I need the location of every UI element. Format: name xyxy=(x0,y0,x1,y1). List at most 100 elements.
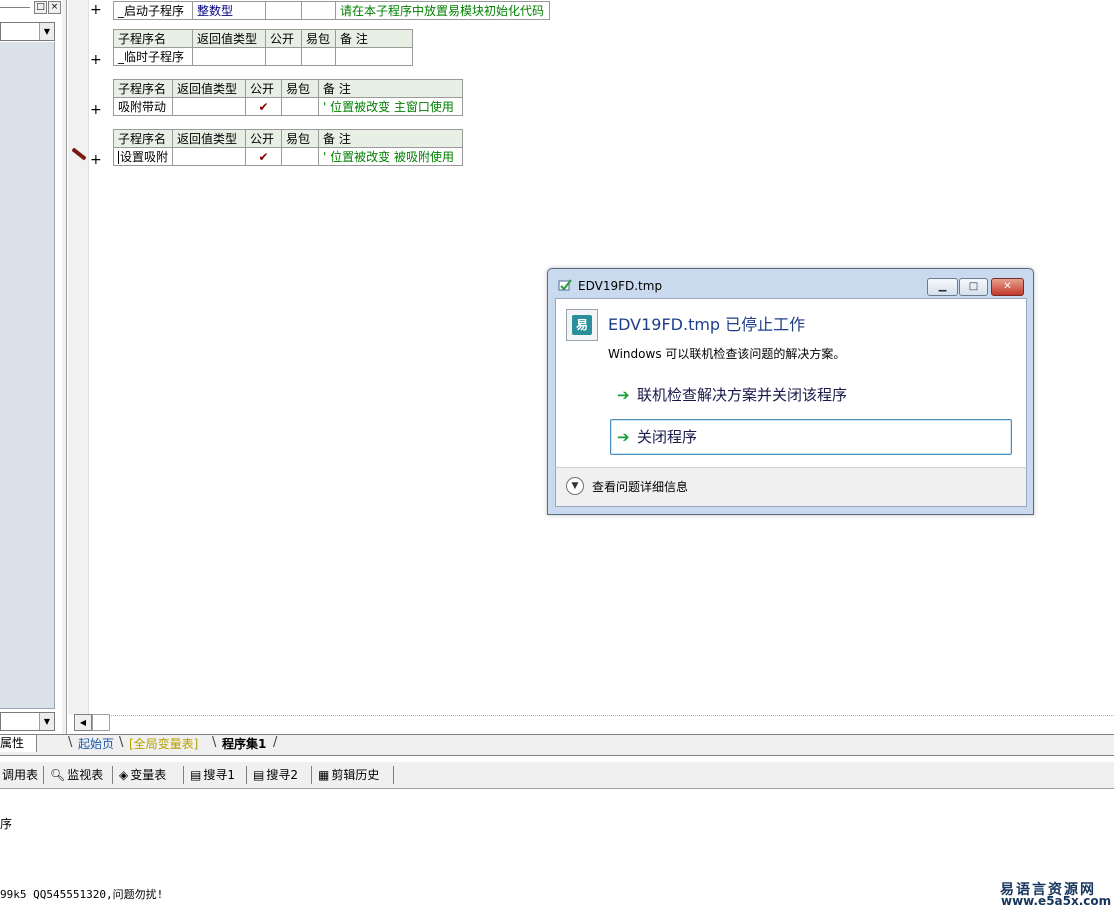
header-name: 子程序名 xyxy=(113,29,193,48)
tab-global-vars[interactable]: [全局变量表] xyxy=(123,736,204,752)
tab-search1[interactable]: ▤ 搜寻1 xyxy=(190,768,235,782)
remark[interactable]: ' 位置被改变 被吸附使用 xyxy=(318,147,464,166)
remark[interactable]: 请在本子程序中放置易模块初始化代码 xyxy=(335,1,550,20)
watermark-url: www.e5a5x.com xyxy=(1001,894,1112,908)
subroutine-name-cell[interactable]: 设置吸附 xyxy=(112,147,174,166)
return-type[interactable] xyxy=(172,147,247,166)
subroutine-table: _启动子程序 整数型 请在本子程序中放置易模块初始化代码 xyxy=(113,1,550,20)
output-line: 99k5 QQ545551320,问题勿扰! xyxy=(0,888,164,901)
public-flag[interactable] xyxy=(265,47,302,66)
chevron-down-icon[interactable]: ▼ xyxy=(566,477,584,495)
maximize-button[interactable]: □ xyxy=(959,278,988,296)
tab-variables[interactable]: ◈ 变量表 xyxy=(119,768,166,782)
text-cursor xyxy=(118,151,119,164)
table-header: 子程序名 返回值类型 公开 易包 备 注 xyxy=(113,29,413,48)
header-name: 子程序名 xyxy=(113,79,173,98)
variables-icon: ◈ xyxy=(119,768,129,782)
bottom-toolbar xyxy=(0,762,1114,789)
scroll-thumb[interactable] xyxy=(92,714,110,731)
subroutine-table: 子程序名 返回值类型 公开 易包 备 注 _临时子程序 xyxy=(113,29,413,66)
subroutine-name[interactable]: 设置吸附 xyxy=(120,150,168,164)
table-header: 子程序名 返回值类型 公开 易包 备 注 xyxy=(112,129,464,148)
close-button[interactable]: ✕ xyxy=(991,278,1024,296)
tab-divider: / xyxy=(273,735,278,750)
tab-start-page[interactable]: 起始页 xyxy=(72,736,120,752)
header-return: 返回值类型 xyxy=(172,79,246,98)
table-row: _启动子程序 整数型 请在本子程序中放置易模块初始化代码 xyxy=(113,1,550,20)
header-package: 易包 xyxy=(301,29,336,48)
dialog-heading: EDV19FD.tmp 已停止工作 xyxy=(608,315,806,334)
tab-program-set[interactable]: 程序集1 xyxy=(216,736,272,752)
check-online-button[interactable]: ➔ 联机检查解决方案并关闭该程序 xyxy=(610,377,1012,413)
tab-properties[interactable]: 属性 xyxy=(0,735,37,752)
arrow-right-icon: ➔ xyxy=(617,386,630,404)
remark[interactable] xyxy=(335,47,413,66)
return-type[interactable]: 整数型 xyxy=(192,1,266,20)
checkmark-icon[interactable]: ✔ xyxy=(245,147,283,166)
clipboard-icon: ▦ xyxy=(318,768,330,782)
panel-titlebar: □ × xyxy=(0,0,62,14)
dialog-message: Windows 可以联机检查该问题的解决方案。 xyxy=(608,347,846,361)
return-type[interactable] xyxy=(192,47,266,66)
tab-clip-history[interactable]: ▦ 剪辑历史 xyxy=(318,768,379,782)
view-details-link[interactable]: 查看问题详细信息 xyxy=(592,478,688,495)
dialog-footer: ▼ 查看问题详细信息 xyxy=(555,467,1027,507)
expand-icon[interactable]: + xyxy=(90,103,102,117)
header-return: 返回值类型 xyxy=(192,29,266,48)
header-remark: 备 注 xyxy=(318,79,463,98)
tab-watch-table[interactable]: 🔍︎ 监视表 xyxy=(50,768,103,782)
table-row: 设置吸附 ✔ ' 位置被改变 被吸附使用 xyxy=(112,147,464,166)
minimize-button[interactable]: ▁ xyxy=(927,278,958,296)
header-package: 易包 xyxy=(281,79,319,98)
left-panel: □ × ▼ ▼ xyxy=(0,0,62,735)
panel-combo-top[interactable]: ▼ xyxy=(0,22,55,41)
app-window-icon xyxy=(558,279,572,291)
horizontal-scrollbar[interactable]: ◀ xyxy=(74,714,110,731)
package-flag[interactable] xyxy=(301,1,336,20)
return-type[interactable] xyxy=(172,97,246,116)
package-flag[interactable] xyxy=(281,97,319,116)
search-doc-icon: ▤ xyxy=(190,768,202,782)
subroutine-name[interactable]: _临时子程序 xyxy=(113,47,193,66)
panel-combo-bottom[interactable]: ▼ xyxy=(0,712,55,731)
package-flag[interactable] xyxy=(301,47,336,66)
table-header: 子程序名 返回值类型 公开 易包 备 注 xyxy=(113,79,463,98)
scroll-left-icon[interactable]: ◀ xyxy=(74,714,92,731)
header-public: 公开 xyxy=(245,129,283,148)
dialog-title: EDV19FD.tmp xyxy=(578,279,663,293)
app-glyph: 易 xyxy=(572,315,592,335)
header-public: 公开 xyxy=(245,79,282,98)
header-return: 返回值类型 xyxy=(172,129,247,148)
tab-call-table[interactable]: 调用表 xyxy=(2,768,38,782)
remark[interactable]: ' 位置被改变 主窗口使用 xyxy=(318,97,463,116)
search-doc-icon: ▤ xyxy=(253,768,265,782)
checkmark-icon[interactable]: ✔ xyxy=(245,97,282,116)
expand-icon[interactable]: + xyxy=(90,3,102,17)
chevron-down-icon[interactable]: ▼ xyxy=(39,23,54,40)
tab-search2[interactable]: ▤ 搜寻2 xyxy=(253,768,298,782)
header-package: 易包 xyxy=(281,129,320,148)
app-icon: 易 xyxy=(566,309,598,341)
chevron-down-icon[interactable]: ▼ xyxy=(39,713,54,730)
subroutine-name[interactable]: 吸附带动 xyxy=(113,97,173,116)
close-icon[interactable]: × xyxy=(48,1,61,14)
package-flag[interactable] xyxy=(281,147,320,166)
expand-icon[interactable]: + xyxy=(90,53,102,67)
project-tree[interactable] xyxy=(0,42,55,709)
arrow-right-icon: ➔ xyxy=(617,428,630,446)
table-row: 吸附带动 ✔ ' 位置被改变 主窗口使用 xyxy=(113,97,463,116)
close-program-button[interactable]: ➔ 关闭程序 xyxy=(610,419,1012,455)
restore-icon[interactable]: □ xyxy=(34,1,47,14)
subroutine-name[interactable]: _启动子程序 xyxy=(113,1,193,20)
subroutine-table: 子程序名 返回值类型 公开 易包 备 注 吸附带动 ✔ ' 位置被改变 主窗口使… xyxy=(113,79,463,116)
expand-icon[interactable]: + xyxy=(90,153,102,167)
editor-bottom-border xyxy=(89,715,1114,716)
header-remark: 备 注 xyxy=(318,129,464,148)
subroutine-table: 子程序名 返回值类型 公开 易包 备 注 设置吸附 ✔ ' 位置被改变 被吸附使… xyxy=(112,129,464,166)
dialog-body: 易 EDV19FD.tmp 已停止工作 Windows 可以联机检查该问题的解决… xyxy=(555,298,1027,467)
public-flag[interactable] xyxy=(265,1,302,20)
output-line: 序 xyxy=(0,817,13,831)
header-name: 子程序名 xyxy=(112,129,174,148)
editor-gutter xyxy=(68,0,89,715)
error-dialog: EDV19FD.tmp ▁ □ ✕ 易 EDV19FD.tmp 已停止工作 Wi… xyxy=(547,268,1034,515)
